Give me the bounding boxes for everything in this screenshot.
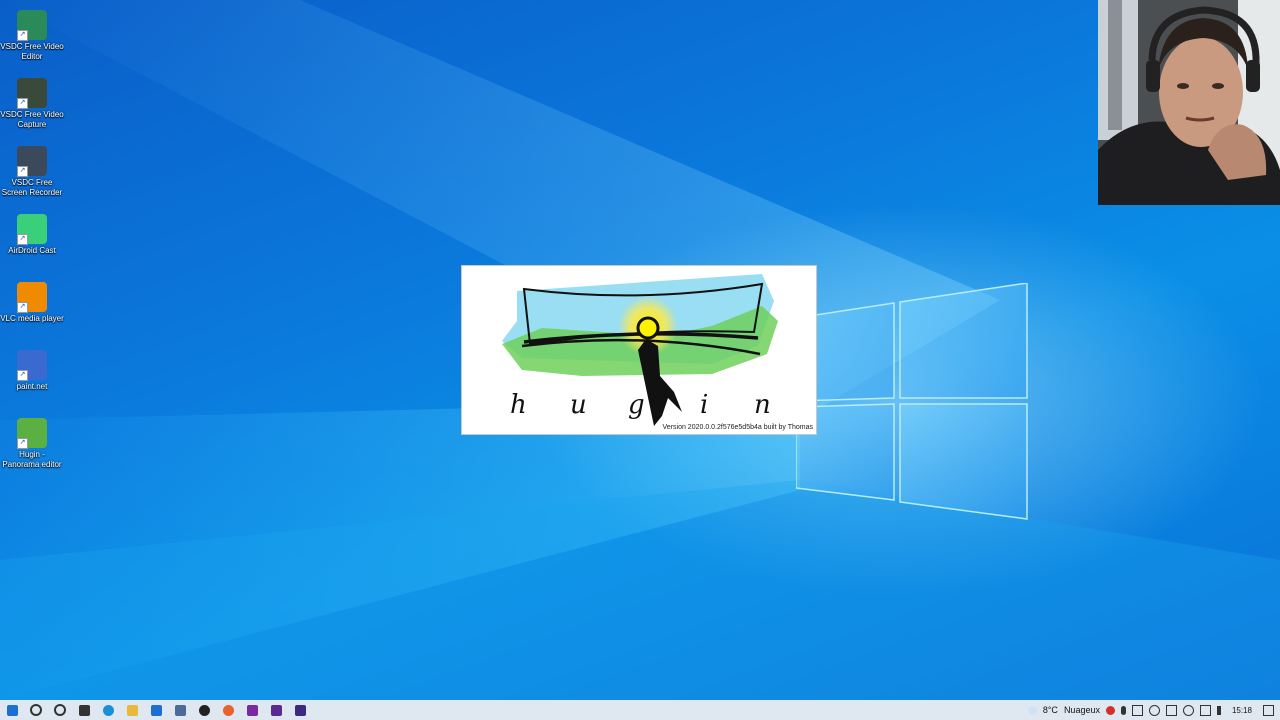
app-tray-icon[interactable]	[1105, 705, 1115, 715]
hugin-letter: g	[628, 390, 645, 420]
search-button[interactable]	[24, 700, 48, 720]
hugin-splash-screen: h u g i n Version 2020.0.0.2f576e5d5b4a buil…	[461, 265, 817, 435]
hugin-letter: u	[570, 390, 587, 420]
task-view-icon	[78, 704, 90, 716]
mail-icon	[150, 704, 162, 716]
vsdc-icon	[294, 704, 306, 716]
desktop-shortcut[interactable]: ↗ VSDC Free Video Capture	[0, 76, 64, 130]
shortcut-arrow-icon: ↗	[17, 30, 28, 41]
desktop-shortcut[interactable]: ↗ AirDroid Cast	[0, 212, 64, 256]
hugin-letter: n	[754, 390, 771, 420]
taskbar: 8°C Nuageux 15:18	[0, 700, 1280, 720]
hugin-letter: i	[700, 390, 709, 420]
network-tray-icon[interactable]	[1148, 704, 1160, 716]
desktop-shortcut[interactable]: ↗ VLC media player	[0, 280, 64, 324]
desktop-shortcut[interactable]: ↗ paint.net	[0, 348, 64, 392]
vsdc-button-1[interactable]	[240, 700, 264, 720]
edge-icon	[102, 704, 114, 716]
obs-icon	[198, 704, 210, 716]
shortcut-arrow-icon: ↗	[17, 234, 28, 245]
desktop-shortcut-label: VLC media player	[0, 314, 64, 323]
app-icon	[174, 704, 186, 716]
cortana-button[interactable]	[48, 700, 72, 720]
microphone-icon[interactable]	[1120, 705, 1126, 715]
shortcut-arrow-icon: ↗	[17, 98, 28, 109]
paintnet-icon: ↗	[17, 350, 47, 381]
app-button[interactable]	[168, 700, 192, 720]
weather-temperature[interactable]: 8°C	[1043, 705, 1058, 715]
folder-icon	[126, 704, 138, 716]
webcam-person-image	[1098, 0, 1280, 205]
splash-version-text: Version 2020.0.0.2f576e5d5b4a built by T…	[662, 424, 813, 431]
desktop-shortcut-label: VSDC Free Video Editor	[0, 42, 64, 61]
speaker-icon[interactable]	[1216, 705, 1226, 715]
vsdc-recorder-icon: ↗	[17, 146, 47, 177]
display-icon[interactable]	[1165, 704, 1177, 716]
notifications-icon[interactable]	[1263, 704, 1274, 716]
system-tray: 8°C Nuageux 15:18	[1025, 700, 1280, 720]
taskbar-apps	[0, 700, 312, 720]
mail-button[interactable]	[144, 700, 168, 720]
windows-icon	[6, 704, 18, 716]
shortcut-arrow-icon: ↗	[17, 370, 28, 381]
file-explorer-button[interactable]	[120, 700, 144, 720]
monitor-icon[interactable]	[1199, 704, 1211, 716]
desktop-shortcut-label: Hugin - Panorama editor	[2, 450, 62, 469]
start-button[interactable]	[0, 700, 24, 720]
desktop-shortcut-label: VSDC Free Screen Recorder	[1, 178, 63, 197]
desktop-shortcut-label: paint.net	[16, 382, 48, 391]
vlc-icon: ↗	[17, 282, 47, 313]
airdroid-cast-icon: ↗	[17, 214, 47, 245]
desktop-shortcut-label: VSDC Free Video Capture	[0, 110, 64, 129]
vsdc-button-2[interactable]	[264, 700, 288, 720]
desktop-shortcut[interactable]: ↗ VSDC Free Video Editor	[0, 8, 64, 62]
webcam-overlay	[1098, 0, 1280, 205]
vsdc-icon	[246, 704, 258, 716]
windows-logo-wallpaper	[796, 283, 1028, 520]
weather-description[interactable]: Nuageux	[1064, 705, 1100, 715]
vsdc-capture-icon: ↗	[17, 78, 47, 109]
desktop-shortcut[interactable]: ↗ VSDC Free Screen Recorder	[0, 144, 64, 198]
vsdc-icon	[270, 704, 282, 716]
cortana-icon	[54, 704, 66, 716]
desktop-shortcut-label: AirDroid Cast	[8, 246, 56, 255]
hugin-letter: h	[510, 390, 527, 420]
edge-button[interactable]	[96, 700, 120, 720]
search-icon	[30, 704, 42, 716]
settings-tray-icon[interactable]	[1182, 704, 1194, 716]
task-view-button[interactable]	[72, 700, 96, 720]
vsdc-editor-icon: ↗	[17, 10, 47, 41]
clock[interactable]: 15:18	[1232, 706, 1252, 715]
pen-icon[interactable]	[1131, 704, 1143, 716]
shortcut-arrow-icon: ↗	[17, 302, 28, 313]
firefox-icon	[222, 704, 234, 716]
desktop-shortcut[interactable]: ↗ Hugin - Panorama editor	[0, 416, 64, 470]
hugin-icon: ↗	[17, 418, 47, 449]
vsdc-button-3[interactable]	[288, 700, 312, 720]
weather-icon[interactable]	[1027, 705, 1037, 715]
obs-button[interactable]	[192, 700, 216, 720]
shortcut-arrow-icon: ↗	[17, 438, 28, 449]
shortcut-arrow-icon: ↗	[17, 166, 28, 177]
firefox-button[interactable]	[216, 700, 240, 720]
